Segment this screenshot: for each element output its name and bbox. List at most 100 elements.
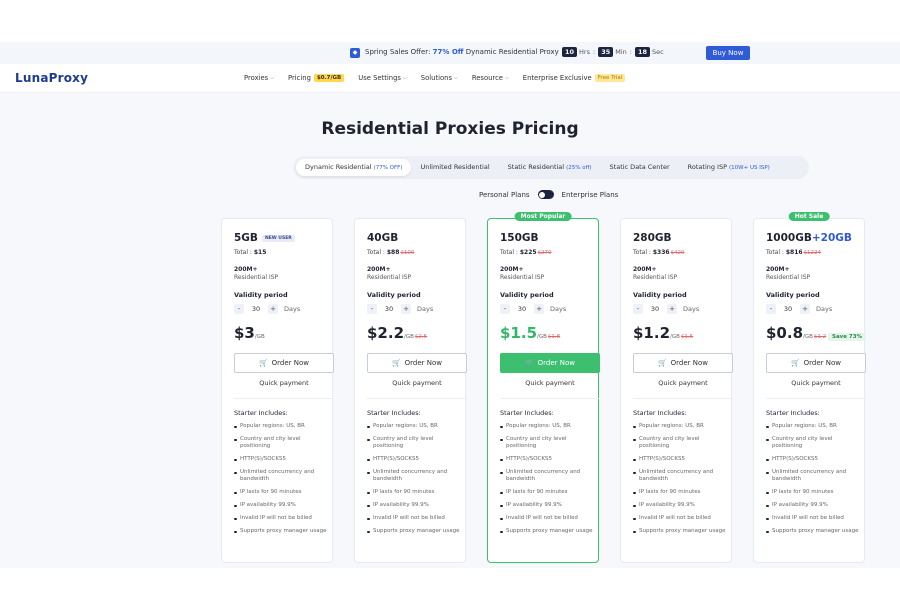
plus-button[interactable]: + (268, 304, 278, 314)
pricing-card: Most Popular 150GB Total : $225$270 200M+ Re… (487, 212, 600, 563)
minus-button[interactable]: - (234, 304, 244, 314)
cart-icon: 🛒 (524, 359, 534, 367)
ip-count: 200M+ (367, 266, 391, 273)
validity-label: Validity period (633, 291, 687, 299)
validity-label: Validity period (367, 291, 421, 299)
buy-now-button[interactable]: Buy Now (706, 46, 750, 60)
plan-total: Total : $336$420 (633, 249, 685, 256)
feature-item: Invalid IP will not be billed (367, 515, 463, 522)
quick-payment-link[interactable]: Quick payment (500, 379, 600, 387)
feature-item: Unlimited concurrency and bandwidth (766, 469, 862, 483)
plan-size: 5GB NEW USER (234, 232, 295, 244)
promo-bar: ◆ Spring Sales Offer: 77% Off Dynamic Re… (0, 42, 900, 64)
minus-button[interactable]: - (633, 304, 643, 314)
promo-text: Spring Sales Offer: 77% Off Dynamic Resi… (365, 48, 559, 56)
quick-payment-link[interactable]: Quick payment (234, 379, 334, 387)
total-old-price: $100 (400, 250, 415, 256)
plus-button[interactable]: + (401, 304, 411, 314)
divider (234, 398, 334, 399)
feature-list: Popular regions: US, BR Country and city … (367, 423, 463, 541)
days-value[interactable]: 30 (377, 305, 401, 313)
nav-item-use-settings[interactable]: Use Settings ⌵ (358, 74, 407, 82)
personal-plans-label[interactable]: Personal Plans (479, 191, 530, 199)
feature-item: IP lasts for 90 minutes (633, 489, 729, 496)
days-unit: Days (683, 305, 700, 313)
ip-type: Residential ISP (633, 274, 678, 281)
enterprise-plans-label[interactable]: Enterprise Plans (562, 191, 619, 199)
quick-payment-link[interactable]: Quick payment (633, 379, 733, 387)
feature-item: Supports proxy manager usage (234, 528, 330, 535)
minus-button[interactable]: - (500, 304, 510, 314)
chevron-down-icon: ⌵ (454, 75, 458, 81)
ip-count: 200M+ (500, 266, 524, 273)
old-price: $2.5 (414, 334, 428, 340)
feature-item: Invalid IP will not be billed (633, 515, 729, 522)
timer-minutes-unit: Min (615, 48, 627, 56)
nav-item-resource[interactable]: Resource ⌵ (472, 74, 509, 82)
cart-icon: 🛒 (657, 359, 667, 367)
ip-count: 200M+ (633, 266, 657, 273)
feature-item: Invalid IP will not be billed (766, 515, 862, 522)
tab-rotating-isp[interactable]: Rotating ISP (10W+ US ISP) (679, 159, 779, 176)
tab-unlimited-residential[interactable]: Unlimited Residential (411, 159, 498, 176)
plan-total: Total : $816$1224 (766, 249, 822, 256)
plan-ribbon: Most Popular (514, 212, 572, 221)
product-tabs: Dynamic Residential (77% OFF) Unlimited R… (293, 156, 809, 179)
plan-price: $3/GB (234, 324, 265, 342)
plus-button[interactable]: + (667, 304, 677, 314)
minus-button[interactable]: - (766, 304, 776, 314)
feature-item: Country and city level positioning (766, 436, 862, 450)
ip-type: Residential ISP (500, 274, 545, 281)
days-value[interactable]: 30 (510, 305, 534, 313)
feature-item: IP lasts for 90 minutes (766, 489, 862, 496)
order-now-button[interactable]: 🛒 Order Now (766, 353, 866, 373)
order-now-button[interactable]: 🛒 Order Now (633, 353, 733, 373)
logo[interactable]: LunaProxy (15, 71, 88, 85)
minus-button[interactable]: - (367, 304, 377, 314)
plus-button[interactable]: + (534, 304, 544, 314)
nav-item-proxies[interactable]: Proxies ⌵ (244, 74, 274, 82)
order-now-button[interactable]: 🛒 Order Now (234, 353, 334, 373)
feature-item: HTTP(S)/SOCKS5 (500, 456, 596, 463)
days-stepper: -30 + Days (500, 304, 566, 314)
ip-count: 200M+ (234, 266, 258, 273)
nav-item-enterprise[interactable]: Enterprise Exclusive Free Trial (523, 74, 626, 82)
tab-static-data-center[interactable]: Static Data Center (601, 159, 679, 176)
feature-item: HTTP(S)/SOCKS5 (367, 456, 463, 463)
starter-includes-title: Starter Includes: (234, 409, 288, 417)
feature-item: Invalid IP will not be billed (234, 515, 330, 522)
feature-item: Country and city level positioning (234, 436, 330, 450)
feature-item: HTTP(S)/SOCKS5 (766, 456, 862, 463)
chevron-down-icon: ⌵ (504, 75, 509, 81)
order-now-button[interactable]: 🛒 Order Now (367, 353, 467, 373)
days-value[interactable]: 30 (244, 305, 268, 313)
feature-item: Country and city level positioning (367, 436, 463, 450)
tab-dynamic-residential[interactable]: Dynamic Residential (77% OFF) (296, 159, 412, 176)
days-value[interactable]: 30 (643, 305, 667, 313)
days-stepper: -30 + Days (367, 304, 433, 314)
days-stepper: -30 + Days (234, 304, 300, 314)
pricing-tag: $0.7/GB (313, 74, 345, 82)
feature-item: Popular regions: US, BR (367, 423, 463, 430)
quick-payment-link[interactable]: Quick payment (367, 379, 467, 387)
plus-button[interactable]: + (800, 304, 810, 314)
days-stepper: -30 + Days (633, 304, 699, 314)
nav-item-solutions[interactable]: Solutions ⌵ (421, 74, 458, 82)
order-now-button[interactable]: 🛒 Order Now (500, 353, 600, 373)
quick-payment-link[interactable]: Quick payment (766, 379, 866, 387)
feature-item: Country and city level positioning (633, 436, 729, 450)
plan-price: $1.5/GB$1.8 (500, 324, 561, 342)
feature-item: Country and city level positioning (500, 436, 596, 450)
plans-switch[interactable] (537, 190, 554, 199)
nav-item-pricing[interactable]: Pricing $0.7/GB (288, 74, 345, 82)
cart-icon: 🛒 (258, 359, 268, 367)
ip-count: 200M+ (766, 266, 790, 273)
total-old-price: $270 (537, 250, 552, 256)
tab-static-residential[interactable]: Static Residential (25% off) (499, 159, 601, 176)
free-trial-tag: Free Trial (594, 74, 626, 82)
plan-size: 150GB (500, 232, 539, 244)
days-value[interactable]: 30 (776, 305, 800, 313)
days-unit: Days (417, 305, 434, 313)
plan-total: Total : $15 (234, 249, 267, 256)
feature-item: Supports proxy manager usage (766, 528, 862, 535)
